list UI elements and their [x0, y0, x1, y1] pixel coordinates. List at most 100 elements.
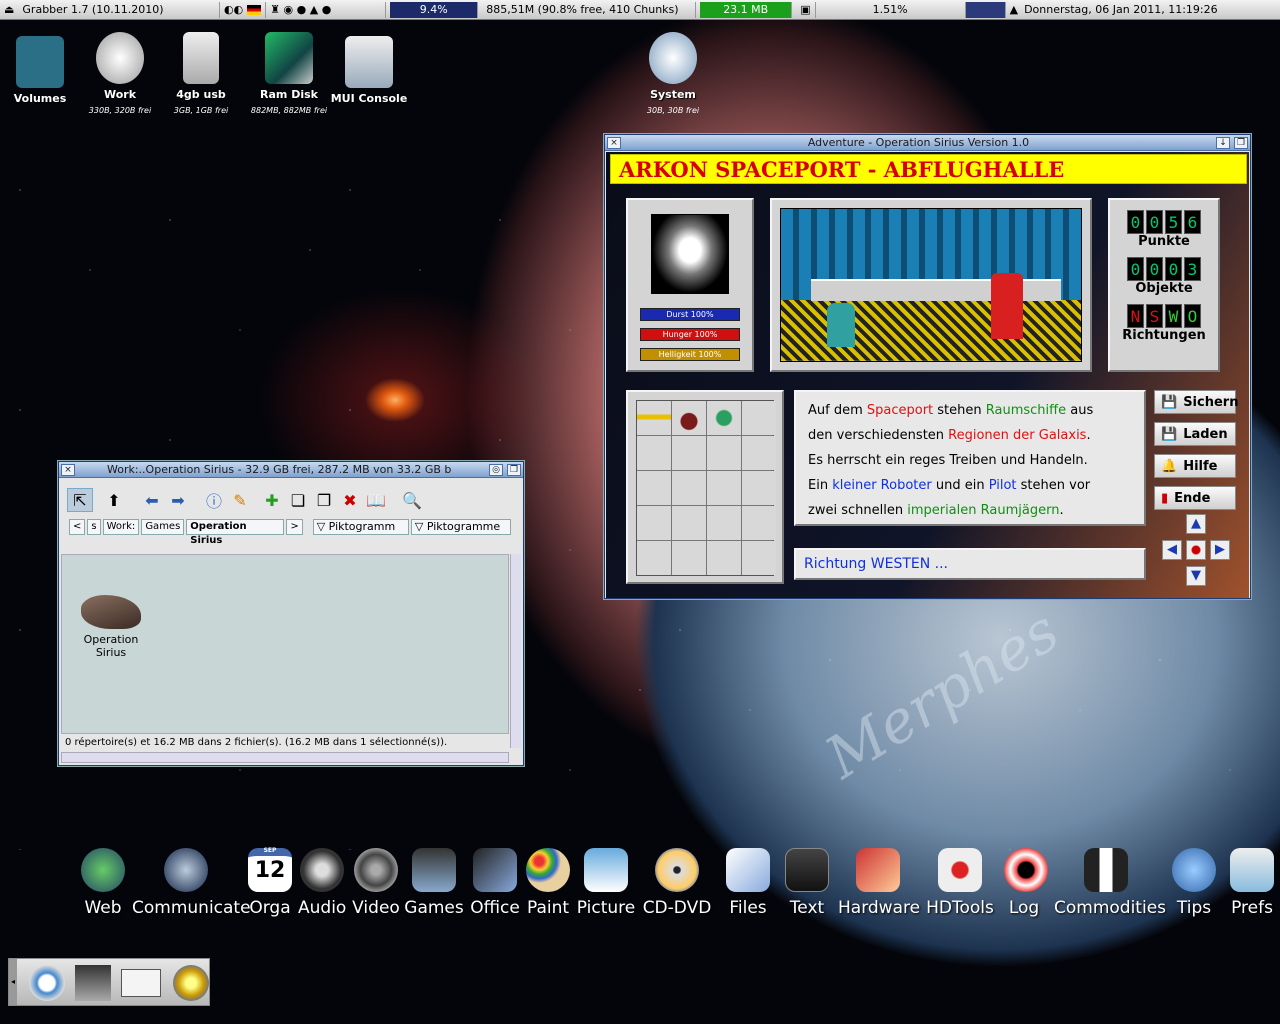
save-button[interactable]: 💾 Sichern: [1154, 390, 1238, 414]
dock-item-prefs[interactable]: Prefs: [1226, 848, 1278, 918]
command-input[interactable]: Richtung WESTEN ...: [794, 548, 1146, 580]
compass-browser-icon[interactable]: [29, 965, 65, 1001]
inventory-slot-device[interactable]: [707, 401, 741, 435]
back-icon[interactable]: ⬅: [139, 488, 165, 512]
iconify-icon[interactable]: ◎: [489, 463, 503, 476]
arrow-right-icon[interactable]: ▶: [1210, 540, 1230, 560]
app-title[interactable]: ⏏ Grabber 1.7 (10.11.2010): [0, 1, 220, 18]
description-text: Regionen der Galaxis: [948, 428, 1087, 443]
description-text: den verschiedensten: [808, 428, 949, 443]
brush-icon[interactable]: [173, 965, 209, 1001]
paste-icon[interactable]: ❐: [311, 488, 337, 512]
adventure-titlebar[interactable]: × Adventure - Operation Sirius Version 1…: [605, 135, 1250, 151]
status-bar: 0 répertoire(s) et 16.2 MB dans 2 fichie…: [65, 737, 448, 748]
inventory-slot-ruler[interactable]: [637, 401, 671, 435]
load-button[interactable]: 💾 Laden: [1154, 422, 1236, 446]
inventory-slot-bag[interactable]: [672, 401, 706, 435]
breadcrumb-work[interactable]: Work:: [102, 519, 140, 535]
text-editor-icon: [785, 848, 829, 892]
first-aid-icon: [938, 848, 982, 892]
description-text: Ein: [808, 478, 833, 493]
dock-item-games[interactable]: Games: [404, 848, 464, 918]
work-titlebar[interactable]: × Work:..Operation Sirius - 32.9 GB frei…: [59, 462, 523, 478]
robot-mascot-icon: [1172, 848, 1216, 892]
dock-item-web[interactable]: Web: [80, 848, 126, 918]
new-icon[interactable]: ✚: [259, 488, 285, 512]
dock-item-log[interactable]: Log: [1004, 848, 1048, 918]
tray-icons[interactable]: ♜ ◉ ● ▲ ●: [266, 1, 387, 18]
copy-icon[interactable]: ❏: [285, 488, 311, 512]
breadcrumb-forward[interactable]: >: [286, 519, 303, 535]
flag-icon[interactable]: ◐◐: [220, 1, 267, 18]
dock-item-cd-dvd[interactable]: CD-DVD: [642, 848, 712, 918]
help-button[interactable]: 🔔 Hilfe: [1154, 454, 1236, 478]
dock-item-communicate[interactable]: Communicate: [132, 848, 251, 918]
file-icon-operation-sirius[interactable]: Operation Sirius: [76, 595, 146, 659]
dock-item-commodities[interactable]: Commodities: [1054, 848, 1166, 918]
description-text: Raumschiffe: [985, 403, 1067, 418]
dock-item-tips[interactable]: Tips: [1170, 848, 1218, 918]
select-icon[interactable]: ⇱: [67, 488, 93, 512]
dock-item-orga[interactable]: SEP 12 Orga: [248, 847, 292, 918]
dock-handle[interactable]: ◂: [9, 959, 17, 1005]
iconify-icon[interactable]: ↓: [1216, 136, 1230, 149]
breadcrumb: < s Work: Games Operation Sirius > ▽ Pik…: [59, 516, 523, 546]
quit-button[interactable]: ▮ Ende: [1154, 486, 1236, 510]
desktop-icon-volumes[interactable]: Volumes: [0, 36, 85, 105]
parent-icon[interactable]: ⬆: [101, 488, 127, 512]
description-text: Auf dem: [808, 403, 867, 418]
dock-item-hardware[interactable]: Hardware: [838, 848, 920, 918]
delete-icon[interactable]: ✖: [337, 488, 363, 512]
room-description: Auf dem Spaceport stehen Raumschiffe aus…: [808, 398, 1132, 523]
search-icon[interactable]: 🔍: [399, 488, 425, 512]
desktop-icon-ramdisk[interactable]: Ram Disk 882MB, 882MB frei: [244, 32, 334, 115]
breadcrumb-operation-sirius[interactable]: Operation Sirius: [186, 519, 285, 546]
dock-item-video[interactable]: Video: [352, 848, 400, 918]
description-text: stehen vor: [1016, 478, 1091, 493]
breadcrumb-item[interactable]: s: [87, 519, 101, 535]
scrollbar-vertical[interactable]: [510, 554, 521, 748]
adventure-content: ARKON SPACEPORT - ABFLUGHALLE Durst 100%…: [606, 152, 1249, 598]
window-title: Work:..Operation Sirius - 32.9 GB frei, …: [107, 463, 452, 476]
forward-icon[interactable]: ➡: [165, 488, 191, 512]
dock-item-office[interactable]: Office: [470, 848, 520, 918]
info-icon[interactable]: ⓘ: [201, 488, 227, 512]
desktop-icon-mui-console[interactable]: MUI Console: [324, 36, 414, 105]
depth-icon[interactable]: ❐: [507, 463, 521, 476]
dock-item-hdtools[interactable]: HDTools: [924, 848, 996, 918]
close-icon[interactable]: ×: [61, 463, 75, 476]
sort-mode-select[interactable]: ▽ Piktogramme: [410, 519, 511, 535]
circuit-board-icon: [856, 848, 900, 892]
view-mode-select[interactable]: ▽ Piktogramm: [312, 519, 409, 535]
dock-item-picture[interactable]: Picture: [576, 848, 636, 918]
close-icon[interactable]: ×: [607, 136, 621, 149]
depth-icon[interactable]: ❐: [1234, 136, 1248, 149]
command-text: Richtung WESTEN ...: [804, 556, 949, 572]
arrow-down-icon[interactable]: ▼: [1186, 566, 1206, 586]
description-line: Es herrscht ein reges Treiben und Handel…: [808, 448, 1132, 473]
book-icon[interactable]: 📖: [363, 488, 389, 512]
harddisk-butterfly-icon: [649, 32, 697, 84]
dock-item-audio[interactable]: Audio: [298, 848, 346, 918]
rename-icon[interactable]: ✎: [227, 488, 253, 512]
status-panel: Durst 100% Hunger 100% Helligkeit 100%: [626, 198, 754, 372]
text-viewer-icon[interactable]: [121, 969, 161, 997]
media-player-icon[interactable]: [75, 965, 111, 1001]
scrollbar-horizontal[interactable]: [61, 752, 509, 763]
desktop-icon-work[interactable]: Work 330B, 320B frei: [75, 32, 165, 115]
desktop-icon-system[interactable]: System 30B, 30B frei: [628, 32, 718, 115]
breadcrumb-back[interactable]: <: [69, 519, 86, 535]
dock-item-text[interactable]: Text: [784, 848, 830, 918]
center-icon[interactable]: [1186, 540, 1206, 560]
calendar-icon: SEP 12: [248, 847, 292, 892]
quick-launch-dock: ◂: [8, 958, 210, 1006]
arrow-left-icon[interactable]: ◀: [1162, 540, 1182, 560]
arrow-up-icon[interactable]: ▲: [1186, 514, 1206, 534]
breadcrumb-games[interactable]: Games: [141, 519, 185, 535]
brightness-bar: Helligkeit 100%: [640, 348, 740, 361]
dock-item-files[interactable]: Files: [726, 848, 770, 918]
dock-item-paint[interactable]: Paint: [526, 848, 570, 918]
ram-icon: [265, 32, 313, 84]
globe-icon: [81, 848, 125, 892]
desktop-icon-usb[interactable]: 4gb usb 3GB, 1GB frei: [156, 32, 246, 115]
